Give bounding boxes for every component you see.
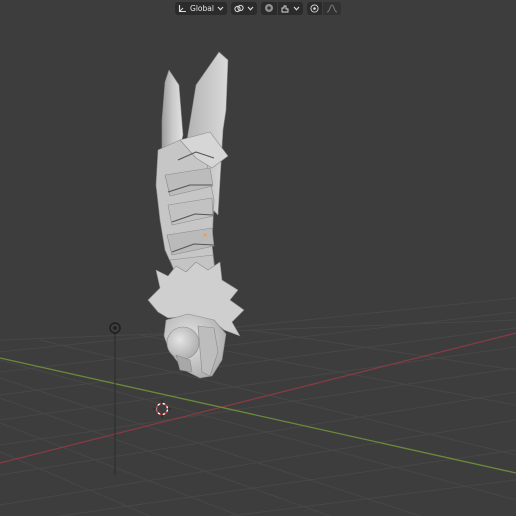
light-object-icon — [109, 322, 121, 475]
snap-increment-icon — [281, 5, 289, 12]
proportional-editing-toggle[interactable] — [306, 1, 322, 15]
viewport-header: Global — [0, 0, 516, 16]
chevron-down-icon — [217, 6, 224, 11]
orientation-axes-icon — [178, 4, 187, 12]
proportional-editing-group — [306, 1, 341, 15]
snap-toggle-button[interactable] — [260, 1, 277, 15]
x-axis-line — [0, 332, 516, 464]
snap-magnet-icon — [264, 4, 273, 12]
transform-orientation-label: Global — [190, 3, 214, 13]
chevron-down-icon — [247, 6, 254, 11]
sculpted-mesh — [147, 51, 245, 379]
viewport-scene — [0, 51, 516, 516]
pivot-link-icon — [234, 4, 244, 12]
pivot-point-dropdown[interactable] — [230, 1, 257, 15]
transform-orientation-dropdown[interactable]: Global — [175, 1, 227, 15]
proportional-editing-icon — [310, 3, 319, 13]
falloff-curve-icon — [326, 3, 338, 12]
chevron-down-icon — [293, 6, 300, 11]
y-axis-line — [0, 357, 516, 474]
falloff-dropdown[interactable] — [322, 1, 341, 15]
3d-viewport[interactable]: Global — [0, 0, 516, 516]
snapping-group — [260, 1, 303, 15]
floor-grid — [0, 297, 516, 516]
snap-target-dropdown[interactable] — [277, 1, 303, 15]
